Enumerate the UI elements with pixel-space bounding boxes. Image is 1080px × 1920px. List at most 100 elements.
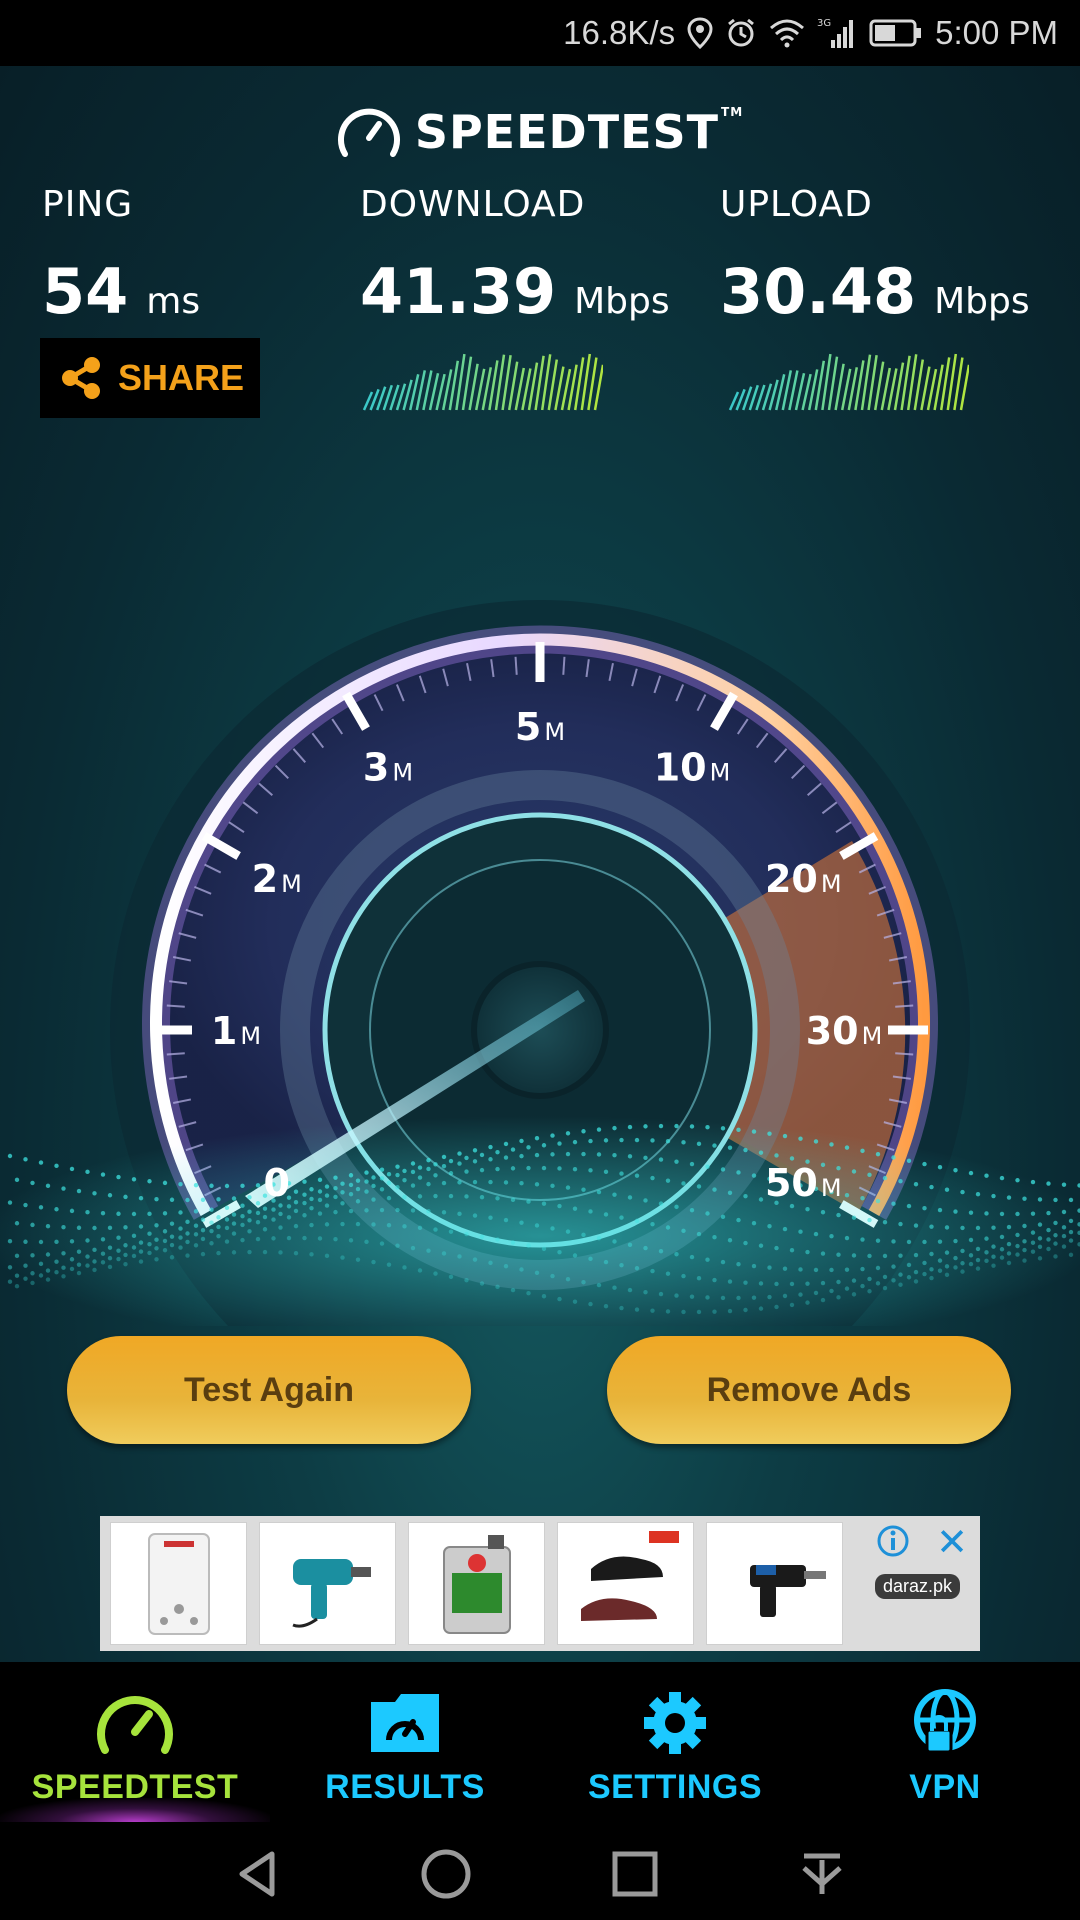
wave-dot xyxy=(426,1166,431,1172)
wave-dot xyxy=(758,1306,764,1311)
home-icon[interactable] xyxy=(418,1846,474,1902)
wave-dot xyxy=(348,1238,354,1243)
wave-dot xyxy=(681,1273,686,1279)
wave-dot xyxy=(674,1159,679,1164)
wave-dot xyxy=(913,1223,919,1228)
wave-dot xyxy=(572,1299,578,1304)
remove-ads-button[interactable]: Remove Ads xyxy=(607,1336,1011,1444)
wave-dot xyxy=(774,1153,779,1158)
tab-settings[interactable]: SETTINGS xyxy=(540,1662,810,1822)
wave-dot xyxy=(457,1161,462,1166)
wave-dot xyxy=(913,1279,919,1284)
wave-dot xyxy=(789,1302,795,1308)
ad-item-water-heater[interactable] xyxy=(110,1522,247,1645)
wave-dot xyxy=(348,1182,354,1188)
wave-dot xyxy=(278,1225,283,1230)
wave-dot xyxy=(293,1189,299,1194)
wave-dot xyxy=(991,1254,996,1259)
ad-item-motor-oil[interactable] xyxy=(408,1522,545,1645)
wave-dot xyxy=(643,1245,648,1251)
back-icon[interactable] xyxy=(230,1846,286,1902)
wave-dot xyxy=(534,1270,540,1276)
wave-dot xyxy=(550,1273,555,1279)
tab-vpn[interactable]: VPN xyxy=(810,1662,1080,1822)
wave-dot xyxy=(836,1295,841,1300)
wave-dot xyxy=(255,1219,261,1225)
wave-dot xyxy=(355,1178,361,1183)
wave-dot xyxy=(433,1162,438,1167)
wave-dot xyxy=(441,1210,447,1215)
ad-close-icon[interactable]: ✕ xyxy=(932,1522,972,1562)
wave-dot xyxy=(131,1233,137,1239)
wave-dot xyxy=(402,1194,407,1200)
status-bar: 16.8K/s 3G 5:00 PM xyxy=(0,0,1080,66)
wave-dot xyxy=(162,1211,168,1216)
ad-banner[interactable]: ✕ daraz.pk xyxy=(100,1516,980,1651)
wave-dot xyxy=(922,1239,927,1245)
wave-dot xyxy=(658,1291,664,1297)
wave-dot xyxy=(1068,1238,1074,1243)
wave-dot xyxy=(147,1250,152,1256)
wave-dot xyxy=(76,1249,82,1254)
wave-dot xyxy=(61,1274,66,1279)
wave-dot xyxy=(975,1192,981,1197)
wave-dot xyxy=(54,1259,59,1264)
share-button[interactable]: SHARE xyxy=(40,338,260,418)
wave-dot xyxy=(510,1287,516,1293)
wave-dot xyxy=(627,1287,633,1293)
wave-dot xyxy=(851,1215,857,1220)
ad-brand-logo: daraz.pk xyxy=(874,1574,960,1599)
wave-dot xyxy=(758,1243,764,1248)
wave-dot xyxy=(379,1207,385,1213)
wave-dot xyxy=(7,1265,13,1270)
wave-dot xyxy=(193,1232,199,1237)
wave-dot xyxy=(720,1126,726,1131)
wave-dot xyxy=(371,1222,376,1227)
wave-dot xyxy=(464,1169,469,1174)
wave-dot xyxy=(612,1153,617,1158)
wave-dot xyxy=(138,1224,144,1229)
wave-dot xyxy=(247,1218,252,1223)
wave-dot xyxy=(457,1254,462,1259)
wave-dot xyxy=(922,1260,927,1266)
wave-dot xyxy=(1037,1222,1043,1227)
test-again-button[interactable]: Test Again xyxy=(67,1336,471,1444)
ad-item-shoes[interactable] xyxy=(557,1522,694,1645)
tab-speedtest[interactable]: SPEEDTEST xyxy=(0,1662,270,1822)
wave-dot xyxy=(751,1173,757,1178)
notification-pulldown-icon[interactable] xyxy=(794,1846,850,1902)
wave-dot xyxy=(348,1191,354,1197)
wave-dot xyxy=(364,1189,369,1194)
wave-dot xyxy=(851,1253,857,1258)
wave-dot xyxy=(271,1236,276,1241)
ad-item-rotary-hammer[interactable] xyxy=(706,1522,843,1645)
wave-dot xyxy=(14,1284,20,1289)
wave-dot xyxy=(488,1215,493,1220)
wave-dot xyxy=(224,1205,230,1211)
wave-dot xyxy=(131,1253,137,1259)
wave-dot xyxy=(519,1181,524,1186)
ad-info-icon[interactable] xyxy=(876,1524,910,1558)
wave-dot xyxy=(727,1190,733,1196)
wave-dot xyxy=(1015,1243,1020,1249)
wave-dot xyxy=(603,1212,609,1217)
wave-dot xyxy=(975,1246,981,1252)
wave-dot xyxy=(627,1195,633,1200)
wave-dot xyxy=(867,1172,872,1178)
tab-results[interactable]: RESULTS xyxy=(270,1662,540,1822)
wave-dot xyxy=(85,1238,90,1243)
wave-dot xyxy=(317,1197,323,1203)
wave-dot xyxy=(123,1243,128,1248)
wave-dot xyxy=(402,1265,407,1270)
recents-icon[interactable] xyxy=(607,1846,663,1902)
wave-dot xyxy=(922,1206,927,1211)
wave-dot xyxy=(193,1243,199,1248)
wave-dot xyxy=(689,1294,695,1299)
wave-dot xyxy=(572,1139,578,1145)
wave-dot xyxy=(526,1199,531,1204)
ad-item-power-drill[interactable] xyxy=(259,1522,396,1645)
wave-dot xyxy=(712,1277,717,1283)
wave-dot xyxy=(736,1295,741,1301)
wave-dot xyxy=(696,1141,702,1147)
wave-dot xyxy=(751,1129,757,1134)
